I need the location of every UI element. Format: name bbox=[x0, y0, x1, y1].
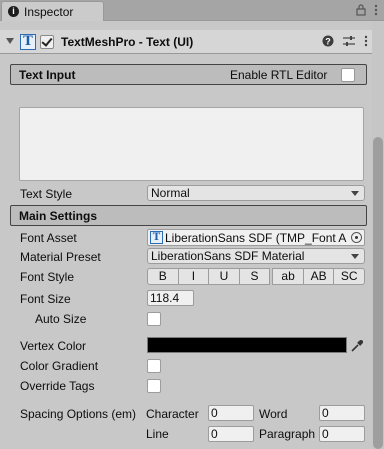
character-spacing-input[interactable]: 0 bbox=[208, 405, 254, 421]
font-style-label: Font Style bbox=[20, 270, 75, 284]
font-style-uppercase-button[interactable]: AB bbox=[302, 268, 335, 285]
font-style-italic-button[interactable]: I bbox=[177, 268, 210, 285]
foldout-arrow-icon[interactable] bbox=[6, 38, 14, 44]
text-style-label: Text Style bbox=[20, 187, 73, 201]
auto-size-checkbox[interactable] bbox=[147, 312, 161, 326]
dropdown-arrow-icon bbox=[351, 191, 359, 196]
line-spacing-input[interactable]: 0 bbox=[208, 426, 254, 442]
help-icon[interactable]: ? bbox=[322, 35, 334, 50]
spacing-options-label: Spacing Options (em) bbox=[20, 407, 137, 421]
main-settings-section-header[interactable]: Main Settings bbox=[10, 205, 367, 226]
font-size-label: Font Size bbox=[20, 292, 71, 306]
rtl-editor-checkbox[interactable] bbox=[341, 68, 355, 82]
rtl-editor-label: Enable RTL Editor bbox=[230, 68, 328, 82]
kebab-menu-icon[interactable] bbox=[374, 4, 378, 16]
font-style-strikethrough-button[interactable]: S bbox=[238, 268, 271, 285]
word-spacing-label: Word bbox=[259, 407, 288, 421]
preset-sliders-icon[interactable] bbox=[343, 35, 355, 50]
material-preset-label: Material Preset bbox=[20, 250, 101, 264]
dropdown-arrow-icon bbox=[351, 254, 359, 259]
character-spacing-label: Character bbox=[146, 407, 199, 421]
paragraph-spacing-label: Paragraph bbox=[259, 427, 316, 441]
color-gradient-label: Color Gradient bbox=[20, 359, 99, 373]
auto-size-label: Auto Size bbox=[35, 312, 87, 326]
font-asset-icon: T bbox=[150, 231, 163, 244]
font-style-buttons: B I U S ab AB SC bbox=[147, 268, 366, 285]
inspector-scrollbar[interactable] bbox=[372, 21, 384, 449]
textmeshpro-icon: T bbox=[20, 34, 36, 50]
override-tags-checkbox[interactable] bbox=[147, 379, 161, 393]
component-header[interactable]: T TextMeshPro - Text (UI) ? bbox=[0, 30, 372, 54]
text-style-dropdown[interactable]: Normal bbox=[147, 185, 365, 201]
svg-text:?: ? bbox=[325, 37, 331, 47]
lock-icon[interactable] bbox=[356, 4, 366, 16]
scrollbar-thumb[interactable] bbox=[373, 137, 383, 449]
component-tools: ? bbox=[322, 35, 368, 50]
vertex-color-field[interactable] bbox=[147, 337, 365, 355]
color-gradient-checkbox[interactable] bbox=[147, 359, 161, 373]
info-icon: i bbox=[8, 6, 19, 17]
text-style-value: Normal bbox=[151, 186, 190, 200]
vertex-color-label: Vertex Color bbox=[20, 339, 87, 353]
font-asset-value: LiberationSans SDF (TMP_Font A bbox=[165, 231, 347, 245]
inspector-tab-label: Inspector bbox=[24, 5, 74, 19]
font-asset-field[interactable]: T LiberationSans SDF (TMP_Font A bbox=[147, 229, 365, 246]
font-style-underline-button[interactable]: U bbox=[208, 268, 240, 285]
object-picker-icon[interactable] bbox=[351, 232, 362, 243]
inspector-tab[interactable]: i Inspector bbox=[1, 1, 104, 21]
text-input-section-title: Text Input bbox=[19, 68, 76, 82]
paragraph-spacing-input[interactable]: 0 bbox=[319, 426, 365, 442]
tabbar-tools bbox=[356, 3, 378, 17]
text-input-area[interactable] bbox=[19, 107, 364, 181]
font-style-bold-button[interactable]: B bbox=[147, 268, 179, 285]
inspector-tab-bar: i Inspector bbox=[0, 0, 384, 21]
font-style-smallcaps-button[interactable]: SC bbox=[333, 268, 366, 285]
eyedropper-icon[interactable] bbox=[350, 339, 364, 356]
font-size-input[interactable]: 118.4 bbox=[147, 290, 194, 306]
main-settings-section-title: Main Settings bbox=[19, 209, 98, 223]
vertex-color-swatch[interactable] bbox=[147, 337, 347, 353]
material-preset-dropdown[interactable]: LiberationSans SDF Material bbox=[147, 248, 365, 264]
override-tags-label: Override Tags bbox=[20, 379, 95, 393]
font-style-lowercase-button[interactable]: ab bbox=[272, 268, 304, 285]
text-input-section-header[interactable]: Text Input Enable RTL Editor bbox=[10, 64, 367, 85]
material-preset-value: LiberationSans SDF Material bbox=[151, 249, 305, 263]
context-menu-icon[interactable] bbox=[364, 35, 368, 50]
font-asset-label: Font Asset bbox=[20, 231, 77, 245]
word-spacing-input[interactable]: 0 bbox=[319, 405, 365, 421]
line-spacing-label: Line bbox=[146, 427, 169, 441]
component-enabled-checkbox[interactable] bbox=[40, 35, 54, 49]
component-title: TextMeshPro - Text (UI) bbox=[61, 35, 194, 49]
